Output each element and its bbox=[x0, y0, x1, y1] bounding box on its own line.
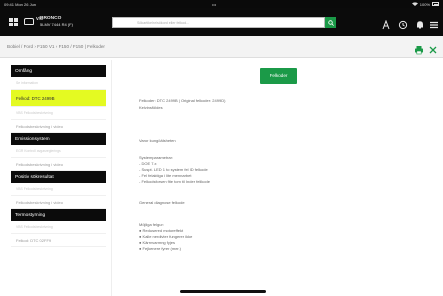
vehicle-info[interactable]: V/C BRONCO 5LMV 7444 R4 (F) bbox=[36, 16, 73, 27]
sidebar-section-title[interactable]: Positiv sökresultat bbox=[11, 171, 106, 183]
section-title: Varor kungöälsheten bbox=[139, 138, 176, 143]
status-right: 100% bbox=[411, 1, 439, 7]
sidebar-item[interactable]: Felkod: DTC 02FF9 bbox=[11, 234, 106, 247]
sidebar-item[interactable]: VBS Felkodsbeskrivning bbox=[11, 107, 106, 120]
sidebar-item[interactable]: Felkodsbeskrivning i video bbox=[11, 158, 106, 171]
sidebar-item[interactable]: VBS Felkodsbeskrivning bbox=[11, 221, 106, 234]
status-time: 09:41 Mon 26 Jun bbox=[4, 1, 37, 7]
vehicle-code: 5LMV 7444 R4 (F) bbox=[40, 21, 73, 27]
notification-icon[interactable] bbox=[415, 17, 425, 29]
battery-icon bbox=[432, 2, 439, 6]
status-bar: 09:41 Mon 26 Jun ••• 100% bbox=[0, 0, 443, 8]
sidebar: Omfång Se information Felkod: DTC 2499B … bbox=[11, 65, 106, 296]
app-header: V/C BRONCO 5LMV 7444 R4 (F) Sökartikelnr… bbox=[0, 8, 443, 36]
status-center-dots: ••• bbox=[212, 1, 217, 7]
sidebar-item[interactable]: Felkodsbeskrivning i video bbox=[11, 196, 106, 209]
home-indicator[interactable] bbox=[180, 290, 266, 293]
wifi-icon bbox=[411, 1, 418, 7]
history-icon[interactable] bbox=[398, 17, 408, 30]
fault-code-sub: Kelvinsföldes bbox=[139, 105, 163, 110]
sidebar-item-active[interactable]: Felkod: DTC 2499B bbox=[11, 90, 106, 107]
vehicle-prefix: V/C bbox=[36, 16, 43, 21]
sidebar-section-title[interactable]: Omfång bbox=[11, 65, 106, 77]
sidebar-item[interactable]: Felkodsbeskrivning i video bbox=[11, 120, 106, 133]
fault-code-line: Felkoder: DTC 2499B | Original felkoder:… bbox=[139, 98, 226, 103]
search-button[interactable] bbox=[325, 17, 336, 28]
sidebar-item[interactable]: Se information bbox=[11, 77, 106, 90]
breadcrumb-bar: Bobiel / Ford › F150 V1 › F150 / F150 | … bbox=[0, 36, 443, 58]
sidebar-section-title[interactable]: Termostyrning bbox=[11, 209, 106, 221]
close-icon[interactable] bbox=[428, 42, 438, 54]
car-icon[interactable] bbox=[24, 18, 34, 25]
hamburger-menu-icon[interactable] bbox=[430, 17, 440, 29]
system-item: - Felkodsforsen fite tom til Inder felik… bbox=[139, 179, 210, 184]
breadcrumb[interactable]: Bobiel / Ford › F150 V1 › F150 / F150 | … bbox=[7, 44, 105, 49]
user-icon[interactable] bbox=[381, 17, 391, 30]
fault-codes-button[interactable]: Felkoder bbox=[260, 68, 297, 84]
print-icon[interactable] bbox=[414, 42, 424, 55]
sidebar-item[interactable]: EGR Kontroll avgasreglerings bbox=[11, 145, 106, 158]
main-content: Felkoder Felkoder: DTC 2499B | Original … bbox=[111, 60, 443, 296]
sidebar-section-title[interactable]: Emissionsystem bbox=[11, 133, 106, 145]
search-icon bbox=[327, 19, 334, 26]
sidebar-item[interactable]: VBS Felkodsbeskrivning bbox=[11, 183, 106, 196]
grid-menu-icon[interactable] bbox=[9, 18, 18, 26]
search-input[interactable]: Sökartikelnr/sökord eller felkod... bbox=[112, 17, 325, 28]
general-title: General diagnose felkode bbox=[139, 200, 185, 205]
battery-percent: 100% bbox=[419, 1, 430, 7]
check-item: ● Fejkenere fyrer (mer.) bbox=[139, 246, 181, 251]
